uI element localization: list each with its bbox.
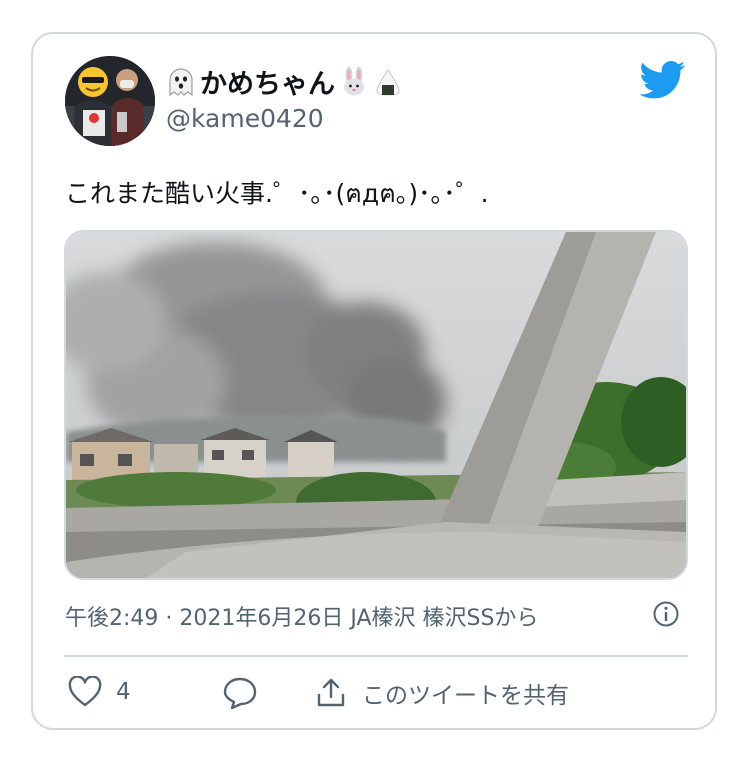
like-button[interactable]: 4	[68, 676, 131, 708]
tweet-card[interactable]: かめちゃん @kame0420 これまた酷い火事.゜･｡･(ฅдฅ｡)･｡･゜.	[31, 32, 717, 730]
user-handle[interactable]: @kame0420	[166, 104, 324, 133]
rabbit-emoji-icon	[344, 66, 364, 95]
info-icon[interactable]	[652, 600, 680, 628]
display-name-text: かめちゃん	[200, 69, 335, 100]
share-label: このツイートを共有	[362, 683, 569, 709]
share-button[interactable]: このツイートを共有	[314, 676, 569, 710]
divider	[64, 655, 688, 657]
tweet-media-photo[interactable]	[64, 230, 688, 580]
speech-bubble-icon	[223, 677, 257, 710]
share-icon	[317, 678, 345, 707]
avatar[interactable]	[65, 56, 155, 146]
tweet-actions: 4 このツイートを共有	[64, 664, 688, 724]
rice-ball-emoji-icon	[376, 68, 400, 96]
tweet-text: これまた酷い火事.゜･｡･(ฅдฅ｡)･｡･゜.	[65, 179, 489, 208]
reply-button[interactable]	[222, 676, 258, 710]
like-count: 4	[116, 679, 131, 705]
tweet-timestamp-source[interactable]: 午後2:49 · 2021年6月26日 JA榛沢 榛沢SSから	[65, 600, 538, 632]
ghost-emoji-icon	[169, 67, 193, 96]
twitter-bird-icon[interactable]	[640, 60, 686, 100]
heart-icon	[68, 676, 102, 707]
display-name[interactable]: かめちゃん	[166, 62, 403, 101]
